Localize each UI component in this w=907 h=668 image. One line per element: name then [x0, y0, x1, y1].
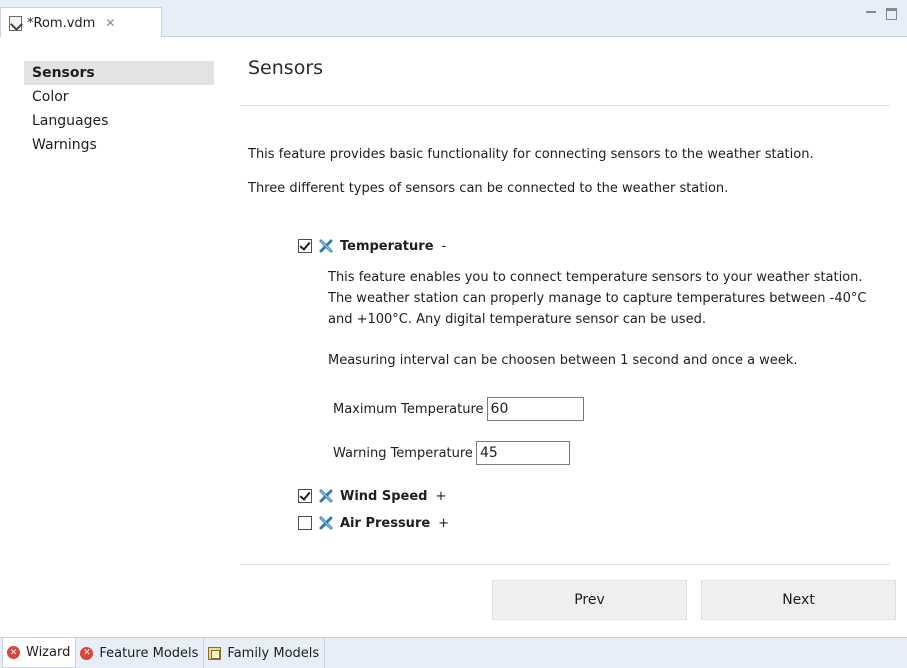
feature-tool-icon: [319, 239, 333, 253]
sidebar-item-warnings[interactable]: Warnings: [24, 133, 214, 157]
tab-label: Wizard: [26, 645, 71, 660]
window-controls: [866, 8, 897, 21]
tab-label: Family Models: [227, 645, 320, 661]
intro-text: Three different types of sensors can be …: [248, 181, 729, 196]
feature-name-temperature: Temperature: [340, 238, 434, 254]
feature-name-wind-speed: Wind Speed: [340, 488, 428, 504]
feature-tool-icon: [319, 516, 333, 530]
close-icon[interactable]: ✕: [105, 16, 115, 30]
wizard-sidebar: Sensors Color Languages Warnings: [24, 61, 214, 157]
feature-row-temperature: Temperature -: [298, 238, 446, 254]
sidebar-item-color[interactable]: Color: [24, 85, 214, 109]
field-label: Maximum Temperature: [333, 401, 484, 417]
expand-toggle[interactable]: +: [436, 489, 447, 504]
family-model-icon: [208, 646, 222, 660]
next-button[interactable]: Next: [701, 580, 896, 620]
feature-tool-icon: [319, 489, 333, 503]
field-maximum-temperature: Maximum Temperature: [333, 397, 584, 421]
feature-row-wind-speed: Wind Speed +: [298, 488, 446, 504]
tab-wizard[interactable]: ✕ Wizard: [2, 638, 77, 668]
temperature-description: This feature enables you to connect temp…: [328, 270, 867, 327]
editor-tab-bar: *Rom.vdm ✕: [0, 0, 907, 38]
sidebar-item-sensors[interactable]: Sensors: [24, 61, 214, 85]
temperature-note: Measuring interval can be choosen betwee…: [328, 353, 798, 368]
editor-tab-rom-vdm[interactable]: *Rom.vdm ✕: [0, 7, 162, 38]
intro-text: This feature provides basic functionalit…: [248, 147, 814, 162]
wizard-page: Sensors This feature provides basic func…: [240, 37, 900, 637]
tab-family-models[interactable]: Family Models: [204, 638, 326, 668]
divider: [240, 564, 890, 565]
field-label: Warning Temperature: [333, 445, 473, 461]
wind-speed-checkbox[interactable]: [298, 489, 312, 503]
maximize-icon[interactable]: [886, 8, 897, 20]
temperature-checkbox[interactable]: [298, 239, 312, 253]
prev-button[interactable]: Prev: [492, 580, 687, 620]
bottom-tab-bar: ✕ Wizard ✕ Feature Models Family Models: [0, 637, 907, 668]
feature-name-air-pressure: Air Pressure: [340, 515, 431, 531]
minimize-icon[interactable]: [866, 11, 876, 21]
warning-temperature-input[interactable]: [475, 441, 570, 465]
tab-label: Feature Models: [99, 645, 199, 661]
editor-tab-label: *Rom.vdm: [27, 15, 96, 31]
expand-toggle[interactable]: +: [438, 516, 449, 531]
air-pressure-checkbox[interactable]: [298, 516, 312, 530]
sidebar-item-languages[interactable]: Languages: [24, 109, 214, 133]
error-icon: ✕: [80, 646, 94, 660]
divider: [240, 105, 890, 106]
wizard-panel: Sensors Color Languages Warnings Sensors…: [0, 37, 907, 637]
feature-row-air-pressure: Air Pressure +: [298, 515, 449, 531]
tab-feature-models[interactable]: ✕ Feature Models: [76, 638, 205, 668]
collapse-toggle[interactable]: -: [442, 239, 447, 254]
error-icon: ✕: [7, 646, 20, 659]
field-warning-temperature: Warning Temperature: [333, 441, 570, 465]
file-icon: [9, 15, 22, 31]
maximum-temperature-input[interactable]: [486, 397, 584, 421]
page-title: Sensors: [248, 57, 324, 79]
